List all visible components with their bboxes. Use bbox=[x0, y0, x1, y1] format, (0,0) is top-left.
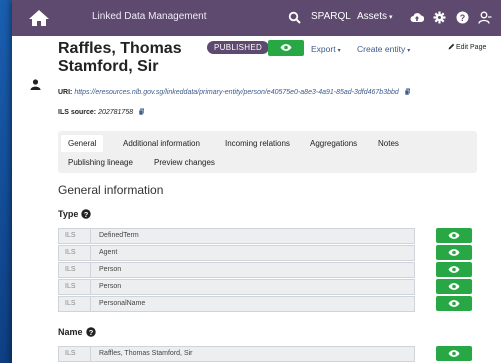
language-tag: ILS bbox=[58, 245, 92, 261]
type-field-label: Type? bbox=[58, 209, 92, 221]
chevron-down-icon: ▾ bbox=[407, 48, 411, 54]
export-label: Export bbox=[311, 44, 336, 54]
eye-icon bbox=[448, 300, 460, 307]
copy-icon[interactable] bbox=[404, 88, 411, 97]
help-icon[interactable]: ? bbox=[81, 209, 92, 221]
eye-icon bbox=[448, 283, 460, 290]
pencil-icon bbox=[448, 43, 455, 50]
uri-link[interactable]: https://eresources.nlb.gov.sg/linkeddata… bbox=[74, 89, 398, 96]
view-button[interactable] bbox=[436, 346, 472, 361]
eye-icon bbox=[448, 249, 460, 256]
view-button[interactable] bbox=[268, 40, 304, 56]
tab-preview-changes[interactable]: Preview changes bbox=[147, 154, 222, 171]
name-label: Name bbox=[58, 327, 83, 337]
gear-icon[interactable] bbox=[433, 11, 446, 24]
svg-text:?: ? bbox=[88, 328, 93, 337]
uri-row: URI: https://eresources.nlb.gov.sg/linke… bbox=[58, 88, 411, 97]
person-icon bbox=[30, 77, 41, 90]
home-icon[interactable] bbox=[28, 9, 50, 27]
app-window: Linked Data Management SPARQL Assets ▾ ? … bbox=[12, 0, 501, 363]
svg-text:?: ? bbox=[84, 210, 89, 219]
name-field-label: Name? bbox=[58, 327, 96, 339]
tab-additional-information[interactable]: Additional information bbox=[116, 135, 207, 152]
tab-publishing-lineage[interactable]: Publishing lineage bbox=[61, 154, 140, 171]
type-row: ILS PersonalName bbox=[58, 296, 415, 312]
type-value: Person bbox=[90, 279, 415, 295]
create-entity-dropdown[interactable]: Create entity ▾ bbox=[357, 44, 410, 54]
language-tag: ILS bbox=[58, 228, 92, 244]
app-title[interactable]: Linked Data Management bbox=[92, 11, 207, 22]
view-button[interactable] bbox=[436, 245, 472, 260]
language-tag: ILS bbox=[58, 279, 92, 295]
status-badge: PUBLISHED bbox=[207, 41, 270, 54]
eye-icon bbox=[448, 350, 460, 357]
language-tag: ILS bbox=[58, 296, 92, 312]
eye-icon bbox=[448, 232, 460, 239]
ils-source-row: ILS source: 202781758 bbox=[58, 108, 145, 117]
assets-menu[interactable]: Assets ▾ bbox=[357, 11, 393, 22]
type-row: ILS Person bbox=[58, 279, 415, 295]
search-icon[interactable] bbox=[288, 11, 301, 24]
sparql-link[interactable]: SPARQL bbox=[311, 11, 351, 22]
type-row: ILS DefinedTerm bbox=[58, 228, 415, 244]
help-icon[interactable]: ? bbox=[456, 11, 469, 24]
assets-label: Assets bbox=[357, 11, 388, 22]
ils-source-label: ILS source: bbox=[58, 109, 97, 116]
view-button[interactable] bbox=[436, 296, 472, 311]
tab-incoming-relations[interactable]: Incoming relations bbox=[218, 135, 297, 152]
type-value: PersonalName bbox=[90, 296, 415, 312]
name-value: Raffles, Thomas Stamford, Sir bbox=[90, 346, 415, 362]
view-button[interactable] bbox=[436, 262, 472, 277]
edit-page-link[interactable]: Edit Page bbox=[448, 43, 486, 51]
edit-page-label: Edit Page bbox=[456, 44, 487, 51]
type-value: Agent bbox=[90, 245, 415, 261]
tab-aggregations[interactable]: Aggregations bbox=[303, 135, 364, 152]
eye-icon bbox=[448, 266, 460, 273]
svg-text:?: ? bbox=[460, 13, 466, 23]
help-icon[interactable]: ? bbox=[85, 327, 96, 339]
language-tag: ILS bbox=[58, 262, 92, 278]
ils-source-value: 202781758 bbox=[98, 109, 134, 116]
type-row: ILS Person bbox=[58, 262, 415, 278]
name-row: ILS Raffles, Thomas Stamford, Sir bbox=[58, 346, 415, 362]
section-title: General information bbox=[58, 183, 164, 197]
type-label: Type bbox=[58, 209, 79, 219]
user-icon[interactable] bbox=[478, 11, 492, 24]
type-value: DefinedTerm bbox=[90, 228, 415, 244]
tab-notes[interactable]: Notes bbox=[371, 135, 406, 152]
top-navbar: Linked Data Management SPARQL Assets ▾ ? bbox=[12, 0, 501, 36]
language-tag: ILS bbox=[58, 346, 92, 362]
create-entity-label: Create entity bbox=[357, 44, 406, 54]
view-button[interactable] bbox=[436, 228, 472, 243]
type-row: ILS Agent bbox=[58, 245, 415, 261]
uri-label: URI: bbox=[58, 89, 73, 96]
export-dropdown[interactable]: Export ▾ bbox=[311, 44, 341, 54]
copy-icon[interactable] bbox=[138, 108, 145, 117]
view-button[interactable] bbox=[436, 279, 472, 294]
tab-general[interactable]: General bbox=[61, 135, 104, 152]
entity-tabs: General Additional information Incoming … bbox=[58, 131, 477, 173]
type-value: Person bbox=[90, 262, 415, 278]
chevron-down-icon: ▾ bbox=[389, 14, 393, 21]
entity-title: Raffles, Thomas Stamford, Sir bbox=[58, 40, 182, 75]
cloud-upload-icon[interactable] bbox=[410, 11, 425, 24]
chevron-down-icon: ▾ bbox=[337, 48, 341, 54]
